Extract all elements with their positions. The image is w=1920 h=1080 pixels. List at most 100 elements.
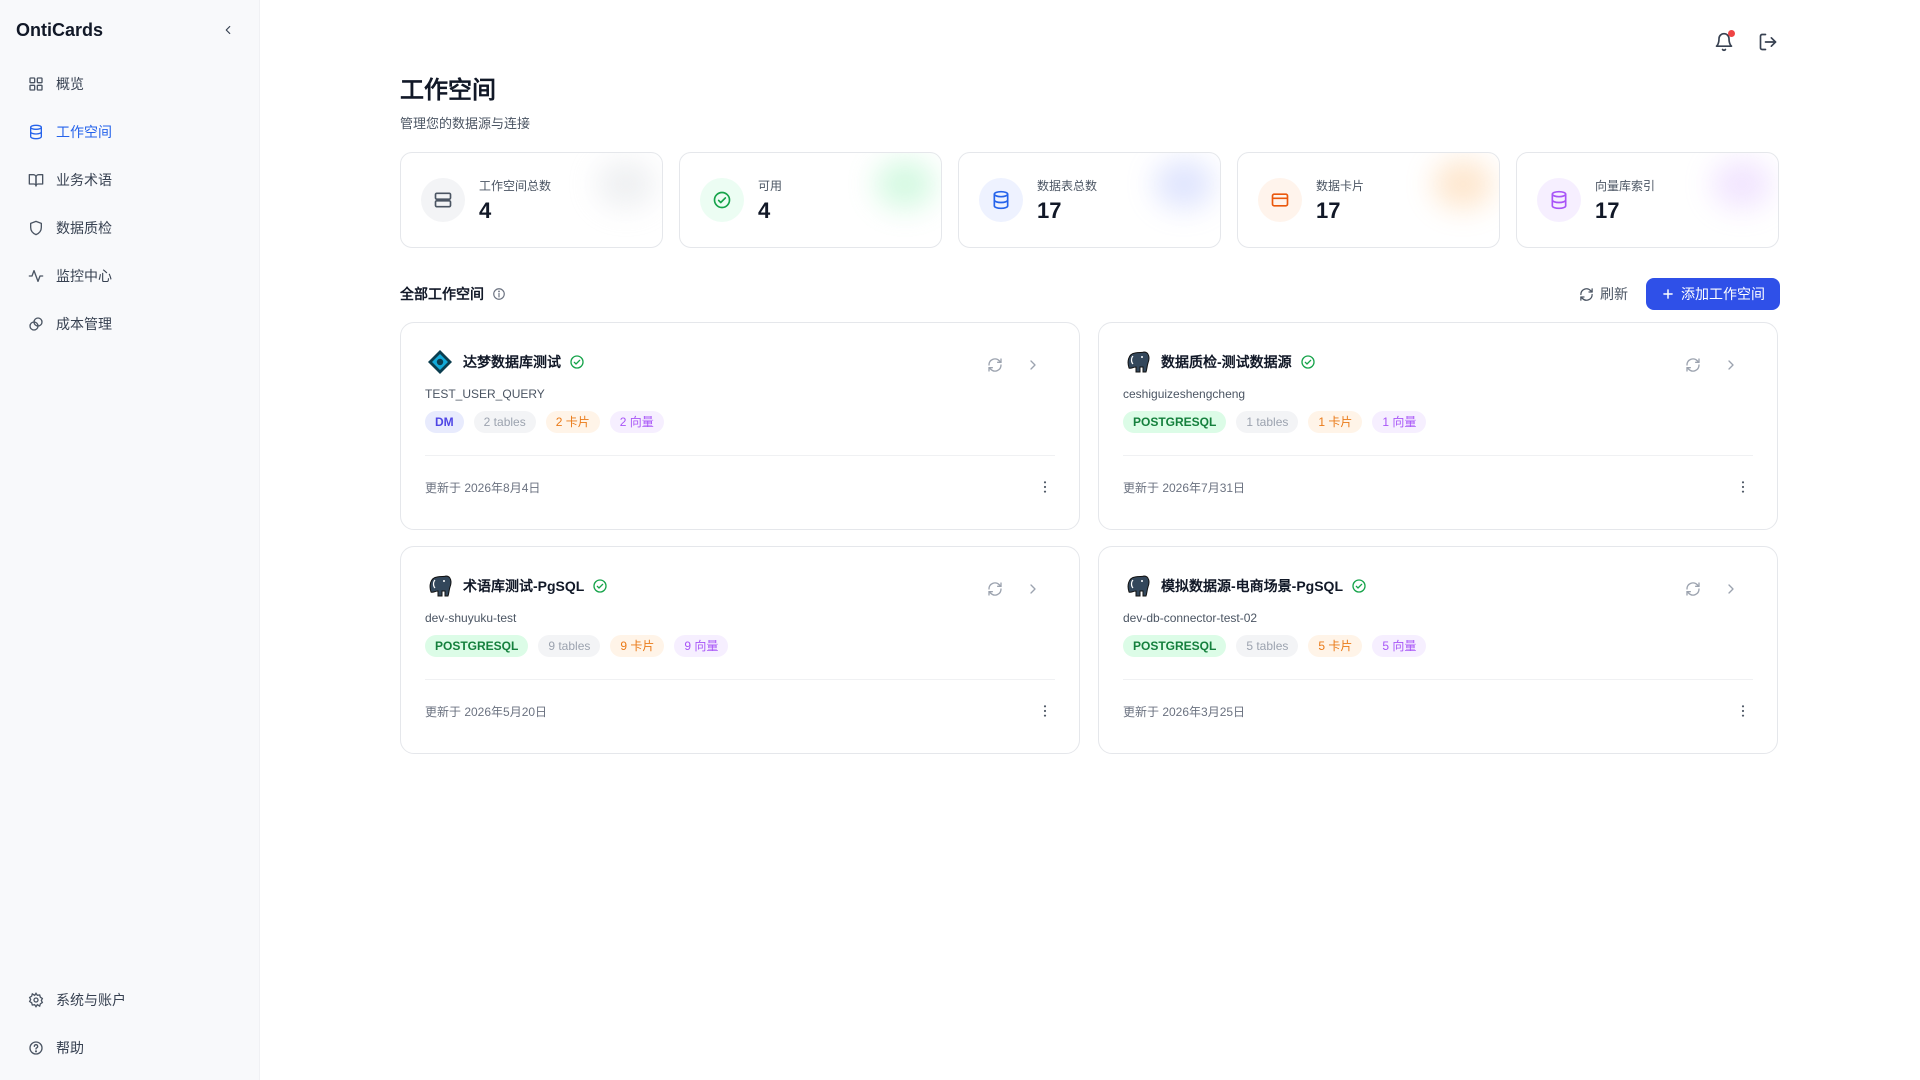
workspace-card[interactable]: 术语库测试-PgSQL dev-shuyuku-test POSTGRESQL …	[400, 546, 1080, 754]
tables-badge: 9 tables	[538, 635, 601, 657]
updated-text: 更新于 2026年3月25日	[1123, 704, 1246, 719]
sidebar-item-label: 数据质检	[56, 220, 112, 236]
sidebar-item-overview[interactable]: 概览	[16, 64, 244, 104]
page-title: 工作空间	[400, 77, 496, 104]
stats-row: 工作空间总数 4 可用 4 数据表总数 17 数据卡片 17 向量库索引 17	[400, 152, 1780, 248]
cards-badge: 9 卡片	[610, 635, 665, 657]
grid-icon	[28, 76, 44, 92]
check-circle-icon	[1351, 578, 1367, 594]
workspace-name: 数据质检-测试数据源	[1161, 354, 1292, 370]
refresh-icon	[988, 358, 1002, 372]
sidebar-item-glossary[interactable]: 业务术语	[16, 160, 244, 200]
workspace-name: 模拟数据源-电商场景-PgSQL	[1161, 578, 1343, 594]
engine-badge: DM	[425, 411, 464, 433]
more-vertical-icon	[1043, 481, 1047, 493]
chevron-right-icon	[1728, 584, 1734, 594]
notification-dot	[1728, 30, 1735, 37]
workspace-tags: DM 2 tables 2 卡片 2 向量	[425, 411, 1055, 433]
refresh-icon	[1580, 287, 1593, 301]
refresh-label: 刷新	[1600, 286, 1628, 302]
stat-card-tables: 数据表总数 17	[958, 152, 1221, 248]
vectors-badge: 9 向量	[674, 635, 729, 657]
sidebar-item-settings[interactable]: 系统与账户	[16, 980, 244, 1020]
sync-button[interactable]	[985, 355, 1005, 375]
postgresql-elephant-icon	[1123, 571, 1153, 601]
cards-badge: 5 卡片	[1308, 635, 1363, 657]
more-options-button[interactable]	[1035, 701, 1055, 721]
workspace-card[interactable]: 数据质检-测试数据源 ceshiguizeshengcheng POSTGRES…	[1098, 322, 1778, 530]
add-workspace-button[interactable]: 添加工作空间	[1646, 278, 1780, 310]
sidebar-nav: 概览 工作空间 业务术语 数据质检 监控中心 成本管理	[16, 64, 244, 352]
more-options-button[interactable]	[1733, 701, 1753, 721]
notifications-button[interactable]	[1712, 30, 1736, 54]
database-icon	[979, 178, 1023, 222]
updated-text: 更新于 2026年7月31日	[1123, 480, 1246, 495]
stat-card-workspaces: 工作空间总数 4	[400, 152, 663, 248]
topbar-actions	[1712, 30, 1780, 54]
workspace-name: 术语库测试-PgSQL	[463, 578, 585, 594]
sidebar-item-help[interactable]: 帮助	[16, 1028, 244, 1068]
workspace-tags: POSTGRESQL 9 tables 9 卡片 9 向量	[425, 635, 1055, 657]
open-button[interactable]	[1023, 355, 1043, 375]
cards-badge: 2 卡片	[545, 411, 600, 433]
sync-button[interactable]	[1683, 579, 1703, 599]
section-actions: 刷新 添加工作空间	[1579, 278, 1780, 310]
workspace-name: 达梦数据库测试	[463, 354, 561, 370]
updated-text: 更新于 2026年5月20日	[425, 704, 548, 719]
sidebar-item-monitoring[interactable]: 监控中心	[16, 256, 244, 296]
stat-glow	[875, 159, 935, 209]
tables-badge: 1 tables	[1236, 411, 1299, 433]
sidebar-item-label: 工作空间	[56, 124, 112, 140]
sidebar-item-data-quality[interactable]: 数据质检	[16, 208, 244, 248]
logout-button[interactable]	[1756, 30, 1780, 54]
workspace-code: dev-db-connector-test-02	[1123, 611, 1258, 625]
more-options-button[interactable]	[1035, 477, 1055, 497]
info-icon[interactable]	[492, 287, 506, 301]
sidebar-collapse-button[interactable]	[218, 20, 238, 40]
cards-badge: 1 卡片	[1308, 411, 1363, 433]
sync-button[interactable]	[1683, 355, 1703, 375]
stat-glow	[1154, 159, 1214, 209]
stat-glow	[1712, 159, 1772, 209]
refresh-button[interactable]: 刷新	[1579, 284, 1628, 304]
stat-value: 4	[479, 197, 492, 223]
card-tools	[1683, 579, 1741, 599]
stat-label: 可用	[758, 178, 783, 193]
engine-badge: POSTGRESQL	[425, 635, 529, 657]
stat-card-available: 可用 4	[679, 152, 942, 248]
open-button[interactable]	[1023, 579, 1043, 599]
sidebar-item-label: 成本管理	[56, 316, 112, 332]
activity-icon	[28, 268, 44, 284]
workspace-tags: POSTGRESQL 5 tables 5 卡片 5 向量	[1123, 635, 1753, 657]
postgresql-elephant-icon	[1123, 347, 1153, 377]
workspace-grid: 达梦数据库测试 TEST_USER_QUERY DM 2 tables 2 卡片…	[400, 322, 1780, 754]
stat-value: 17	[1316, 197, 1341, 223]
chevron-right-icon	[1030, 584, 1036, 594]
card-icon	[1258, 178, 1302, 222]
workspace-code: dev-shuyuku-test	[425, 611, 517, 625]
stat-card-cards: 数据卡片 17	[1237, 152, 1500, 248]
more-options-button[interactable]	[1733, 477, 1753, 497]
stat-label: 工作空间总数	[479, 178, 552, 193]
sidebar-item-label: 系统与账户	[56, 992, 126, 1008]
sidebar-item-workspaces[interactable]: 工作空间	[16, 112, 244, 152]
gear-icon	[28, 992, 44, 1008]
workspace-card[interactable]: 模拟数据源-电商场景-PgSQL dev-db-connector-test-0…	[1098, 546, 1778, 754]
sidebar-item-label: 业务术语	[56, 172, 112, 188]
database-icon	[28, 124, 44, 140]
stat-value: 17	[1037, 197, 1062, 223]
sidebar-item-cost[interactable]: 成本管理	[16, 304, 244, 344]
vectors-badge: 5 向量	[1372, 635, 1427, 657]
more-vertical-icon	[1741, 705, 1745, 717]
main-content: 工作空间 管理您的数据源与连接 工作空间总数 4 可用 4 数据表总数 17 数…	[400, 70, 1780, 754]
open-button[interactable]	[1721, 355, 1741, 375]
plus-icon	[1663, 289, 1673, 299]
workspace-card[interactable]: 达梦数据库测试 TEST_USER_QUERY DM 2 tables 2 卡片…	[400, 322, 1080, 530]
workspaces-section-header: 全部工作空间 刷新 添加工作空间	[400, 278, 1780, 310]
sync-button[interactable]	[985, 579, 1005, 599]
sidebar-item-label: 概览	[56, 76, 84, 92]
section-title-text: 全部工作空间	[400, 286, 484, 302]
stat-label: 数据表总数	[1037, 178, 1098, 193]
open-button[interactable]	[1721, 579, 1741, 599]
coins-icon	[28, 316, 44, 332]
